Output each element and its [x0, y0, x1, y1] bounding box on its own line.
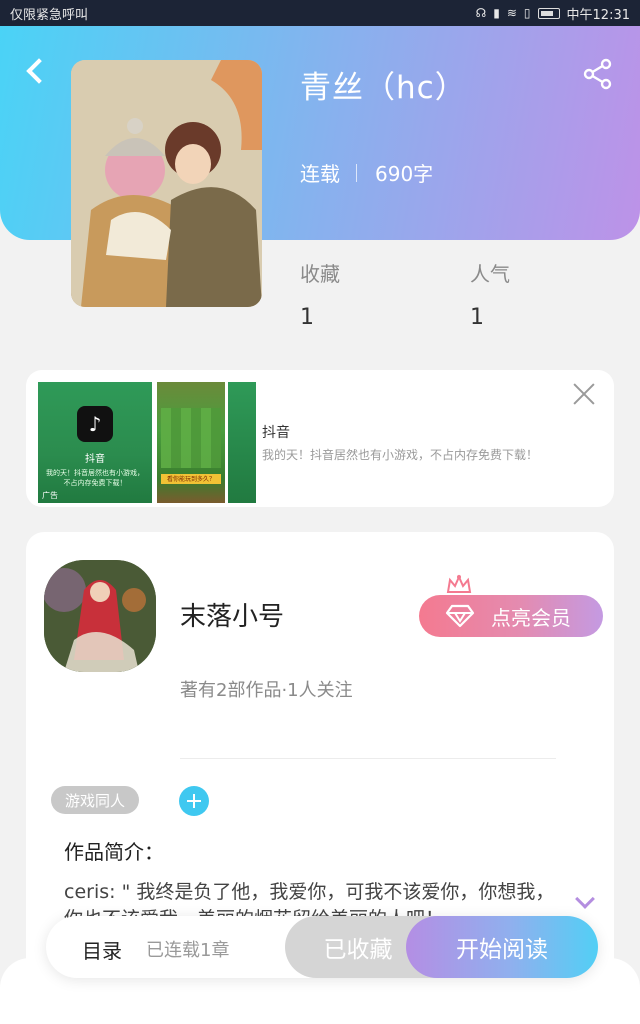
game-board	[161, 408, 221, 468]
tiktok-logo-icon: ♪	[77, 406, 113, 442]
intro-title: 作品简介：	[64, 840, 164, 864]
status-icons: ☊ ▮ ≋ ▯ 中午12:31	[476, 4, 630, 23]
ad-thumbnail-game: 看你能玩到多久？	[157, 382, 225, 503]
ad-description: 我的天！抖音居然也有小游戏，不占内存免费下载！	[262, 448, 539, 462]
tag-chip[interactable]: 游戏同人	[51, 786, 140, 814]
ad-thumbnail-app: ♪ 抖音 我的天！抖音居然也有小游戏，不占内存免费下载！ 广告	[38, 382, 152, 503]
headphones-icon: ☊	[475, 6, 487, 20]
wifi-icon: ≋	[506, 6, 517, 20]
book-cover[interactable]	[71, 60, 262, 307]
stat-label: 收藏	[300, 262, 340, 286]
avatar[interactable]	[44, 560, 156, 672]
book-title: 青丝（hc）	[300, 70, 467, 106]
stat-collect: 收藏 1	[300, 258, 340, 330]
close-icon[interactable]	[572, 382, 596, 406]
crown-icon	[446, 574, 472, 593]
book-word-count: 690字	[375, 162, 434, 186]
stat-popularity: 人气 1	[470, 258, 510, 330]
diamond-icon	[445, 604, 475, 628]
cover-illustration	[71, 60, 262, 307]
bottom-action-bar: 目录 已连载1章 已收藏 开始阅读	[46, 916, 598, 978]
ad-thumbnail-extra	[228, 382, 256, 503]
catalog-button[interactable]: 目录	[82, 935, 122, 964]
divider	[180, 758, 556, 759]
stat-value: 1	[470, 305, 484, 330]
ad-thumb-name: 抖音	[85, 454, 105, 465]
back-arrow-icon[interactable]	[22, 54, 52, 90]
stat-value: 1	[300, 305, 314, 330]
ad-game-banner: 看你能玩到多久？	[161, 474, 221, 484]
status-left-text: 仅限紧急呼叫	[10, 7, 89, 23]
ad-thumb-desc: 我的天！抖音居然也有小游戏，不占内存免费下载！	[46, 469, 144, 487]
start-reading-button[interactable]: 开始阅读	[406, 916, 598, 978]
author-name[interactable]: 末落小号	[180, 596, 284, 633]
vip-label: 点亮会员	[491, 605, 571, 630]
status-bar: 仅限紧急呼叫 ☊ ▮ ≋ ▯ 中午12:31	[0, 0, 640, 26]
stat-label: 人气	[470, 262, 510, 286]
vibrate-icon: ▮	[493, 6, 500, 20]
add-tag-icon[interactable]	[179, 786, 209, 816]
sim-icon: ▯	[523, 6, 531, 20]
book-status: 连载	[300, 162, 340, 186]
meta-divider	[356, 163, 357, 182]
catalog-status[interactable]: 已连载1章	[146, 936, 229, 962]
ad-card[interactable]: ♪ 抖音 我的天！抖音居然也有小游戏，不占内存免费下载！ 广告 看你能玩到多久？…	[26, 370, 614, 507]
avatar-illustration	[44, 560, 156, 672]
book-meta: 连载 690字	[300, 158, 433, 187]
ad-title: 抖音	[262, 425, 290, 441]
author-summary: 著有2部作品·1人关注	[180, 680, 353, 701]
status-time: 中午12:31	[566, 7, 630, 23]
vip-button[interactable]: 点亮会员	[419, 595, 603, 637]
battery-icon	[537, 7, 560, 19]
ad-tag: 广告	[42, 491, 58, 500]
chevron-down-icon[interactable]	[574, 892, 594, 912]
share-icon[interactable]	[582, 58, 614, 90]
